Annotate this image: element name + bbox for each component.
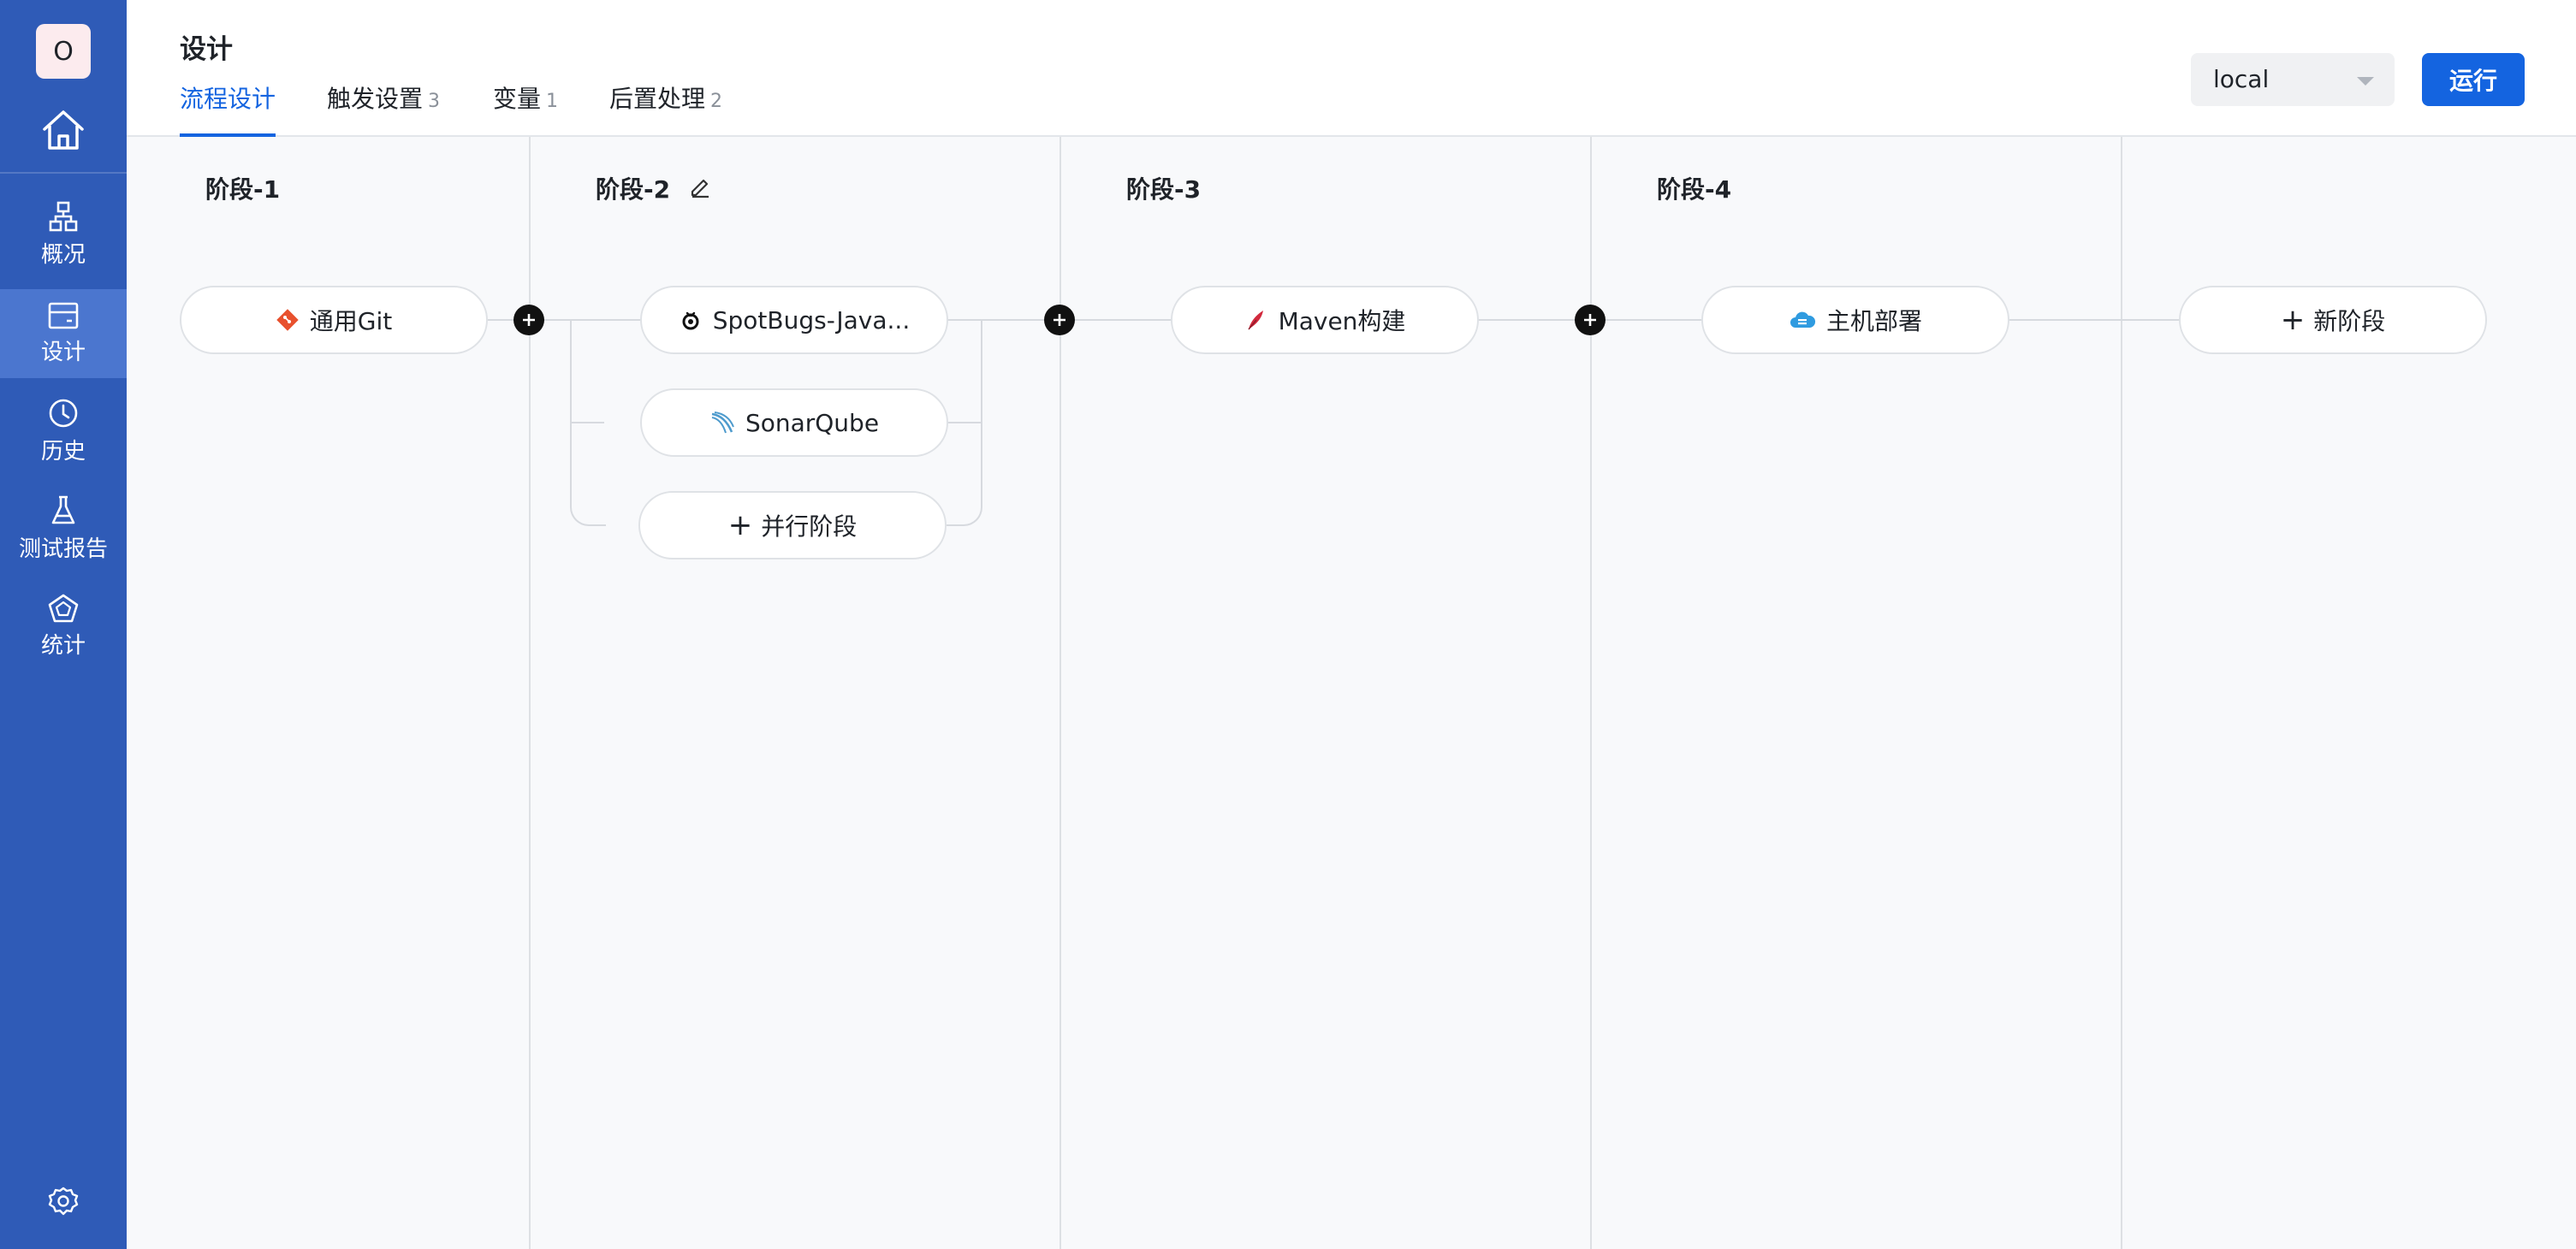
add-task-button[interactable]	[513, 305, 544, 335]
tab-post-processing[interactable]: 后置处理 2	[609, 80, 722, 133]
tab-count: 2	[710, 91, 723, 112]
tab-label: 变量	[493, 85, 542, 113]
home-icon	[43, 110, 84, 150]
history-icon	[49, 399, 78, 427]
plus-icon	[523, 314, 535, 326]
stage-divider	[529, 137, 531, 1249]
edit-icon[interactable]	[688, 175, 712, 198]
add-stage-label: 新阶段	[2313, 307, 2386, 335]
tab-count: 3	[428, 91, 441, 112]
plus-icon: +	[2280, 303, 2306, 337]
tab-label: 后置处理	[609, 85, 706, 113]
caret-down-icon	[2357, 77, 2374, 86]
task-label: Maven构建	[1278, 307, 1406, 335]
stage-title: 阶段-2	[596, 175, 671, 204]
sonarqube-icon	[711, 411, 734, 434]
maven-icon	[1248, 311, 1263, 330]
run-button[interactable]: 运行	[2422, 53, 2525, 106]
git-icon	[276, 309, 299, 331]
sidebar-item-label: 测试报告	[18, 536, 108, 562]
statistics-icon	[48, 594, 79, 622]
task-node-git[interactable]: 通用Git	[180, 286, 488, 354]
sidebar-item-test-report[interactable]: 测试报告	[0, 484, 127, 573]
header: 设计 流程设计 触发设置 3 变量 1 后置处理 2 local 运行	[127, 0, 2576, 137]
task-node-host-deploy[interactable]: 主机部署	[1701, 286, 2009, 354]
tab-pipeline-design[interactable]: 流程设计	[180, 80, 276, 137]
sidebar-item-label: 统计	[40, 632, 86, 659]
gear-icon	[48, 1187, 79, 1216]
add-task-button[interactable]	[1044, 305, 1075, 335]
host-deploy-icon	[1790, 311, 1816, 328]
task-label: 主机部署	[1825, 307, 1922, 335]
tab-trigger-settings[interactable]: 触发设置 3	[327, 80, 440, 133]
task-label: SonarQube	[745, 408, 880, 437]
stage-title: 阶段-3	[1126, 175, 1202, 204]
sidebar-item-overview[interactable]: 概况	[0, 190, 127, 279]
sidebar-item-statistics[interactable]: 统计	[0, 582, 127, 671]
stage-title: 阶段-4	[1657, 175, 1732, 204]
task-label: SpotBugs-Java...	[712, 305, 911, 334]
avatar[interactable]: O	[36, 24, 91, 79]
connector-line	[947, 422, 981, 423]
settings-button[interactable]	[43, 1181, 84, 1222]
plus-icon	[1584, 314, 1596, 326]
sidebar-item-label: 历史	[40, 438, 86, 465]
tab-variables[interactable]: 变量 1	[493, 80, 558, 133]
overview-icon	[49, 201, 78, 231]
page-title: 设计	[180, 34, 233, 65]
sidebar-item-label: 概况	[40, 241, 86, 268]
sidebar-item-label: 设计	[40, 339, 86, 365]
tab-label: 流程设计	[180, 85, 276, 113]
task-node-sonarqube[interactable]: SonarQube	[640, 388, 948, 457]
add-stage-button[interactable]: + 新阶段	[2179, 286, 2487, 354]
add-parallel-label: 并行阶段	[761, 512, 858, 541]
spotbugs-icon	[682, 311, 699, 330]
stage-divider	[1590, 137, 1592, 1249]
sidebar-divider	[0, 172, 127, 174]
task-node-spotbugs[interactable]: SpotBugs-Java...	[640, 286, 948, 354]
sidebar-item-design[interactable]: 设计	[0, 289, 127, 378]
stage-title: 阶段-1	[205, 175, 281, 204]
test-report-icon	[51, 495, 75, 524]
sidebar-item-history[interactable]: 历史	[0, 387, 127, 476]
home-button[interactable]	[38, 104, 89, 156]
connector-line	[570, 422, 604, 423]
task-node-maven[interactable]: Maven构建	[1171, 286, 1479, 354]
sidebar: O 概况 设计 历史 测试报告 统计	[0, 0, 127, 1249]
environment-select[interactable]: local	[2191, 53, 2395, 106]
add-parallel-stage-button[interactable]: + 并行阶段	[638, 491, 947, 559]
plus-icon: +	[727, 508, 753, 542]
design-icon	[48, 302, 79, 329]
pipeline-canvas: 阶段-1 阶段-2 阶段-3 阶段-4 通用Git SpotBugs-Java.…	[127, 137, 2576, 1249]
plus-icon	[1054, 314, 1065, 326]
tab-count: 1	[546, 91, 559, 112]
environment-select-value: local	[2213, 65, 2270, 93]
task-label: 通用Git	[309, 307, 393, 335]
add-task-button[interactable]	[1575, 305, 1606, 335]
tab-label: 触发设置	[327, 85, 424, 113]
stage-divider	[2121, 137, 2122, 1249]
stage-divider	[1059, 137, 1061, 1249]
